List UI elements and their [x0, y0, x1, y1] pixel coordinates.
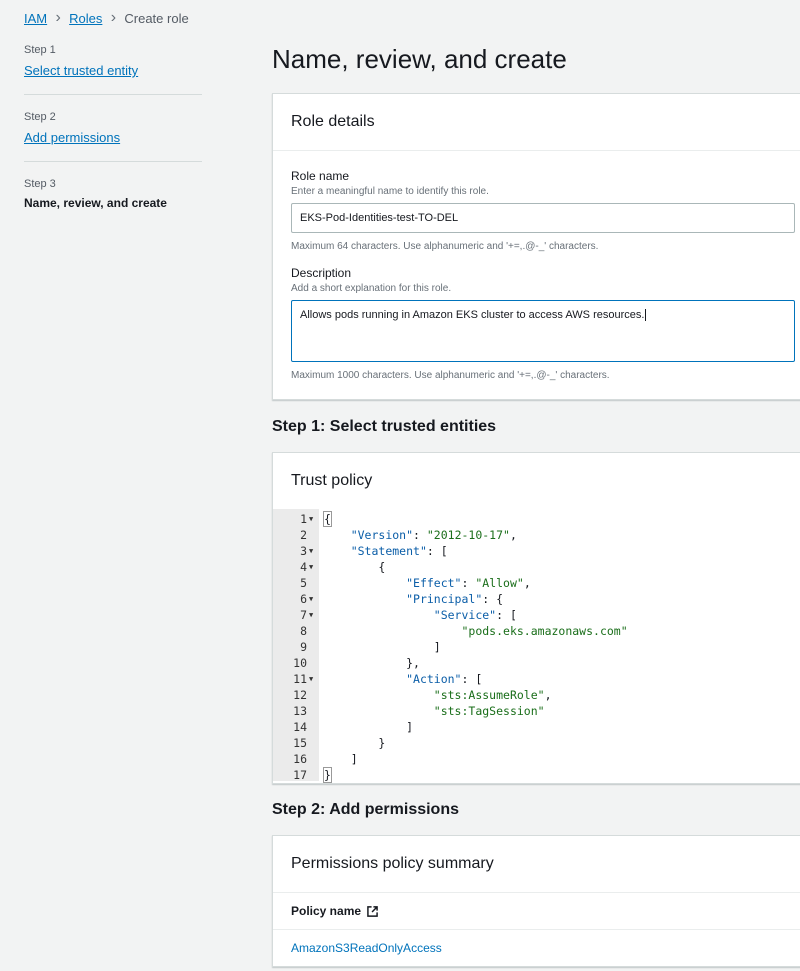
wizard-steps-nav: Step 1 Select trusted entity Step 2 Add … [24, 42, 202, 238]
breadcrumb-current: Create role [124, 10, 189, 26]
fold-arrow-icon[interactable]: ▼ [309, 607, 313, 623]
code-line: 17 } [293, 767, 332, 783]
nav-step-number: Step 1 [24, 44, 56, 56]
text-caret [645, 309, 647, 322]
code-line: 14 ] [293, 720, 414, 734]
step1-section-title: Step 1: Select trusted entities [272, 418, 497, 435]
role-details-header: Role details [273, 94, 800, 151]
code-line: 5 "Effect": "Allow", [300, 576, 531, 590]
code-line: 4 ▼ { [300, 559, 386, 575]
code-line: 13 "sts:TagSession" [293, 704, 545, 718]
permissions-summary-panel: Permissions policy summary Policy name A… [272, 835, 800, 967]
external-link-icon[interactable] [367, 905, 378, 917]
role-name-constraint: Maximum 64 characters. Use alphanumeric … [291, 241, 599, 252]
policy-table-header: Policy name [273, 893, 800, 930]
chevron-right-icon: › [110, 9, 117, 26]
code-line: 1 ▼ { [300, 511, 332, 527]
role-details-panel: Role details Role name Enter a meaningfu… [272, 93, 800, 400]
policy-name-column-header: Policy name [291, 904, 362, 918]
trust-policy-panel: Trust policy 1 ▼ { 2 "Version": "2012-10… [272, 452, 800, 784]
nav-step-number: Step 2 [24, 111, 56, 123]
fold-arrow-icon[interactable]: ▼ [309, 591, 313, 607]
permissions-summary-header: Permissions policy summary [273, 836, 800, 893]
code-line: 16 ] [293, 752, 358, 766]
description-label: Description [291, 266, 352, 280]
code-line: 12 "sts:AssumeRole", [293, 688, 552, 702]
breadcrumb: IAM › Roles › Create role [24, 9, 189, 27]
fold-arrow-icon[interactable]: ▼ [309, 559, 313, 575]
description-constraint: Maximum 1000 characters. Use alphanumeri… [291, 370, 610, 381]
chevron-right-icon: › [55, 9, 61, 26]
page-title: Name, review, and create [272, 44, 567, 74]
fold-arrow-icon[interactable]: ▼ [309, 543, 313, 559]
nav-step-1: Step 1 Select trusted entity [24, 42, 202, 95]
nav-step-current-label: Name, review, and create [24, 196, 167, 210]
code-line: 11 ▼ "Action": [ [293, 671, 483, 687]
breadcrumb-iam-link[interactable]: IAM [24, 11, 47, 26]
code-line: 3 ▼ "Statement": [ [300, 543, 448, 559]
code-line: 8 "pods.eks.amazonaws.com" [300, 624, 628, 638]
nav-step-3: Step 3 Name, review, and create [24, 176, 202, 224]
nav-step-2: Step 2 Add permissions [24, 109, 202, 162]
table-row: AmazonS3ReadOnlyAccess [273, 930, 800, 966]
description-text: Allows pods running in Amazon EKS cluste… [300, 309, 645, 321]
code-line: 15 } [293, 736, 386, 750]
fold-arrow-icon[interactable]: ▼ [309, 671, 313, 687]
breadcrumb-roles-link[interactable]: Roles [69, 11, 102, 26]
code-line: 10 }, [293, 656, 420, 670]
trust-policy-code-editor[interactable]: 1 ▼ { 2 "Version": "2012-10-17", 3 ▼ "St… [273, 509, 800, 783]
code-line: 7 ▼ "Service": [ [300, 607, 517, 623]
code-line: 9 ] [300, 640, 441, 654]
code-line: 6 ▼ "Principal": { [300, 591, 504, 607]
nav-step-number: Step 3 [24, 178, 56, 190]
nav-step-add-permissions-link[interactable]: Add permissions [24, 130, 120, 145]
nav-step-select-trusted-entity-link[interactable]: Select trusted entity [24, 63, 138, 78]
code-line: 2 "Version": "2012-10-17", [300, 528, 517, 542]
description-textarea[interactable]: Allows pods running in Amazon EKS cluste… [291, 300, 795, 362]
role-name-label: Role name [291, 169, 350, 183]
role-name-input[interactable]: EKS-Pod-Identities-test-TO-DEL [291, 203, 795, 233]
role-name-description: Enter a meaningful name to identify this… [291, 186, 489, 197]
step2-section-title: Step 2: Add permissions [272, 801, 459, 818]
policy-link-amazons3readonlyaccess[interactable]: AmazonS3ReadOnlyAccess [291, 941, 442, 955]
description-hint: Add a short explanation for this role. [291, 283, 452, 294]
fold-arrow-icon[interactable]: ▼ [309, 511, 313, 527]
trust-policy-header: Trust policy [273, 453, 800, 510]
